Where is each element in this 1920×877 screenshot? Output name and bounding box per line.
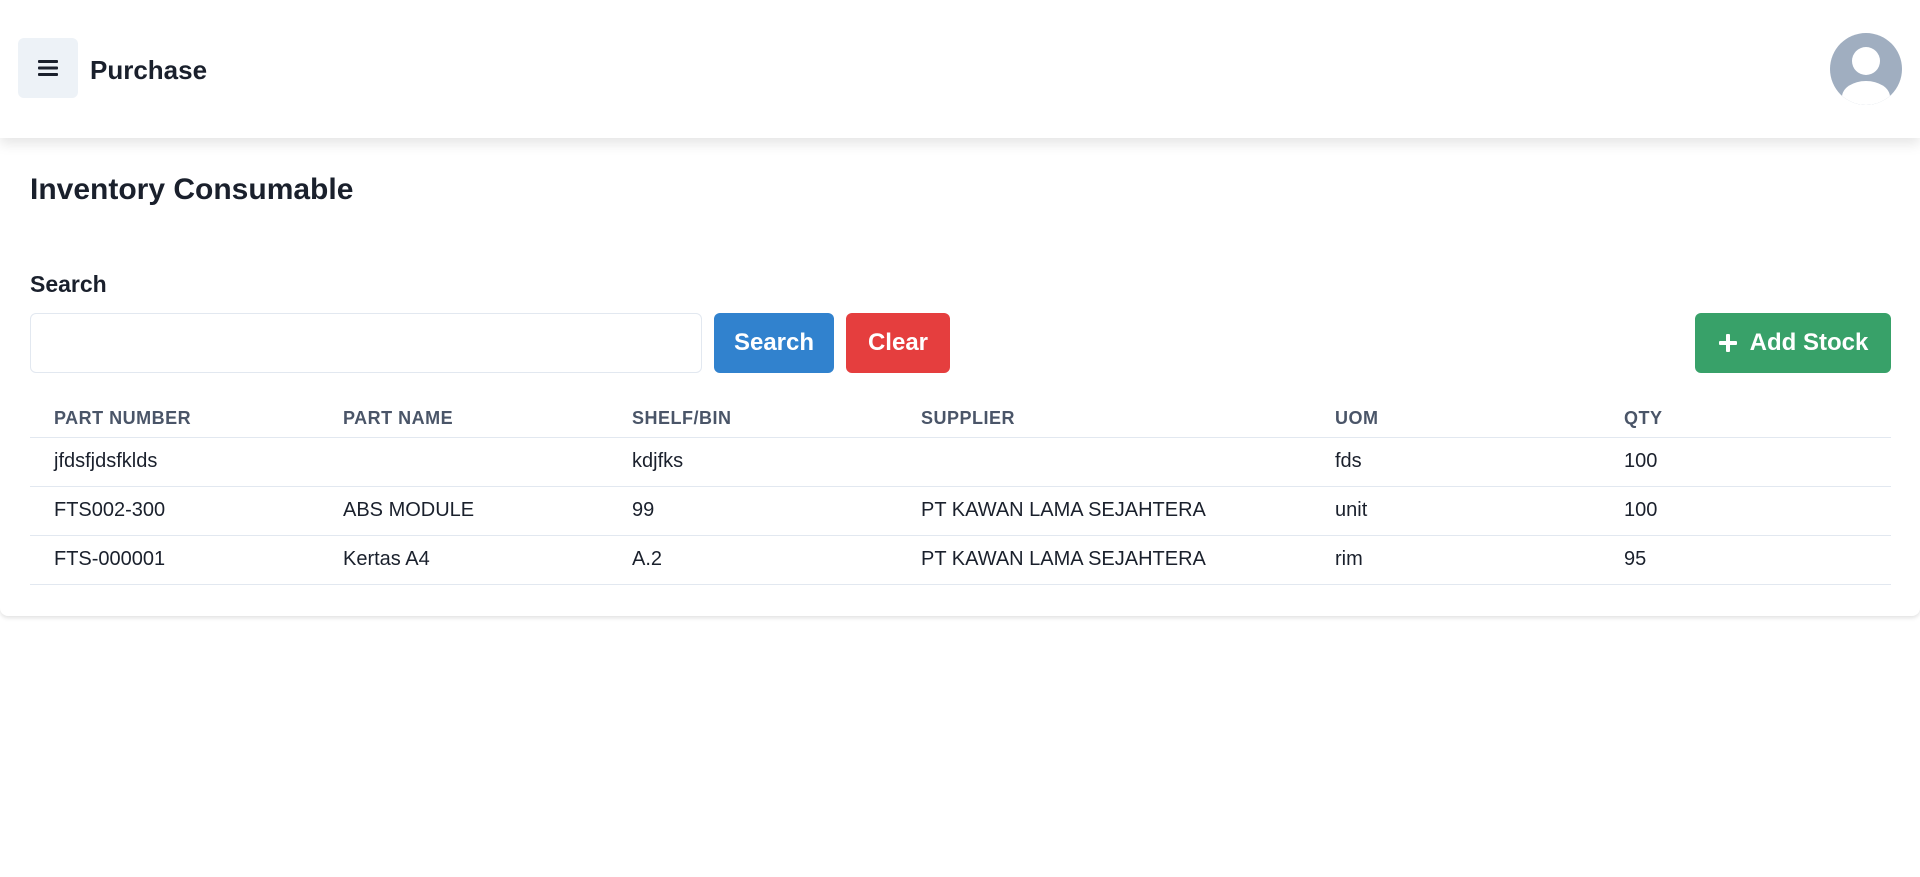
cell-uom: rim bbox=[1311, 535, 1600, 585]
app-title: Purchase bbox=[90, 55, 208, 85]
column-header-part-name[interactable]: PART NAME bbox=[319, 400, 608, 438]
column-header-qty[interactable]: QTY bbox=[1600, 400, 1891, 438]
cell-part-number: jfdsfjdsfklds bbox=[30, 437, 319, 487]
hamburger-icon bbox=[38, 60, 58, 76]
cell-uom: unit bbox=[1311, 486, 1600, 536]
cell-part-number: FTS002-300 bbox=[30, 486, 319, 536]
add-stock-label: Add Stock bbox=[1749, 329, 1869, 356]
cell-qty: 95 bbox=[1600, 535, 1891, 585]
cell-part-name: ABS MODULE bbox=[319, 486, 608, 536]
cell-part-name: Kertas A4 bbox=[319, 535, 608, 585]
column-header-uom[interactable]: UOM bbox=[1311, 400, 1600, 438]
cell-part-name bbox=[319, 437, 608, 487]
table-row[interactable]: jfdsfjdsfklds kdjfks fds 100 bbox=[30, 437, 1891, 487]
cell-supplier: PT KAWAN LAMA SEJAHTERA bbox=[897, 535, 1311, 585]
table-header-row: PART NUMBER PART NAME SHELF/BIN SUPPLIER… bbox=[30, 400, 1891, 438]
inventory-card: Inventory Consumable Search Search Clear… bbox=[0, 138, 1920, 616]
cell-shelf-bin: A.2 bbox=[608, 535, 897, 585]
cell-uom: fds bbox=[1311, 437, 1600, 487]
table-row[interactable]: FTS-000001 Kertas A4 A.2 PT KAWAN LAMA S… bbox=[30, 535, 1891, 585]
column-header-shelf-bin[interactable]: SHELF/BIN bbox=[608, 400, 897, 438]
cell-supplier bbox=[897, 437, 1311, 487]
cell-qty: 100 bbox=[1600, 437, 1891, 487]
search-button[interactable]: Search bbox=[714, 313, 834, 373]
cell-qty: 100 bbox=[1600, 486, 1891, 536]
user-avatar[interactable] bbox=[1830, 33, 1902, 105]
user-avatar-icon bbox=[1842, 47, 1890, 105]
search-label: Search bbox=[30, 271, 107, 297]
clear-button[interactable]: Clear bbox=[846, 313, 950, 373]
top-bar: Purchase bbox=[0, 0, 1920, 138]
cell-shelf-bin: 99 bbox=[608, 486, 897, 536]
column-header-part-number[interactable]: PART NUMBER bbox=[30, 400, 319, 438]
column-header-supplier[interactable]: SUPPLIER bbox=[897, 400, 1311, 438]
add-stock-button[interactable]: Add Stock bbox=[1695, 313, 1891, 373]
cell-supplier: PT KAWAN LAMA SEJAHTERA bbox=[897, 486, 1311, 536]
cell-part-number: FTS-000001 bbox=[30, 535, 319, 585]
table-row[interactable]: FTS002-300 ABS MODULE 99 PT KAWAN LAMA S… bbox=[30, 486, 1891, 536]
menu-button[interactable] bbox=[18, 38, 78, 98]
cell-shelf-bin: kdjfks bbox=[608, 437, 897, 487]
page-title: Inventory Consumable bbox=[30, 173, 354, 206]
inventory-table: PART NUMBER PART NAME SHELF/BIN SUPPLIER… bbox=[30, 400, 1891, 585]
search-input[interactable] bbox=[30, 313, 702, 373]
plus-icon bbox=[1718, 334, 1737, 352]
